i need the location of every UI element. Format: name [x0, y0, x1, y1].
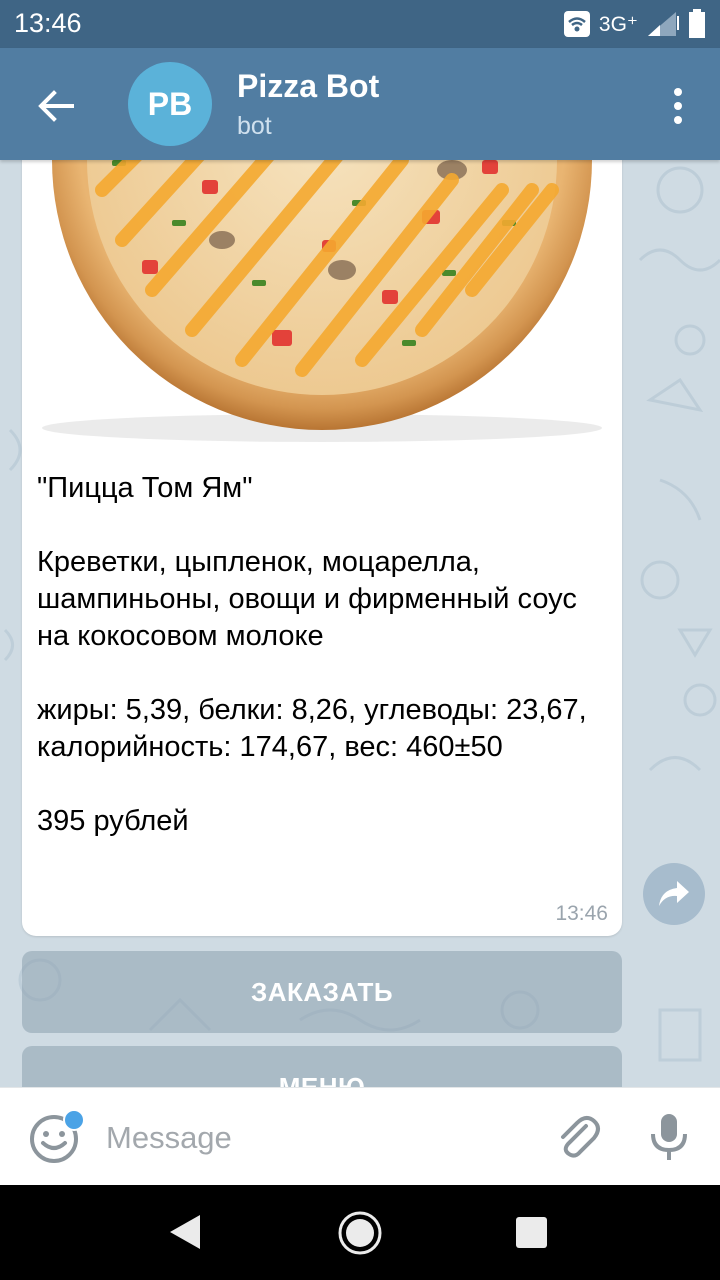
chat-area[interactable]: "Пицца Том Ям" Креветки, цыпленок, моцар… — [0, 160, 720, 1087]
network-type-label: 3G⁺ — [598, 12, 638, 36]
message-bubble[interactable]: "Пицца Том Ям" Креветки, цыпленок, моцар… — [22, 160, 622, 936]
more-options-button[interactable] — [666, 86, 690, 126]
chat-title[interactable]: Pizza Bot — [237, 68, 379, 105]
pizza-description: Креветки, цыпленок, моцарелла, шампиньон… — [37, 546, 577, 652]
chat-header: PB Pizza Bot bot — [0, 48, 720, 160]
message-text: "Пицца Том Ям" Креветки, цыпленок, моцар… — [37, 470, 607, 840]
share-arrow-icon — [659, 881, 689, 906]
microphone-icon — [651, 1114, 687, 1160]
chat-subtitle: bot — [237, 112, 272, 140]
signal-icon — [648, 12, 679, 36]
back-button[interactable] — [28, 78, 84, 134]
menu-button[interactable]: МЕНЮ — [22, 1046, 622, 1087]
nav-back-icon[interactable] — [168, 1213, 202, 1251]
share-button[interactable] — [643, 863, 705, 925]
system-nav-bar — [0, 1185, 720, 1280]
battery-icon — [689, 9, 705, 38]
wifi-hotspot-icon — [563, 11, 590, 37]
status-time: 13:46 — [14, 8, 82, 38]
message-input-bar — [0, 1087, 720, 1186]
status-icons: 3G⁺ — [563, 8, 706, 40]
attach-button[interactable] — [550, 1110, 604, 1164]
arrow-back-icon — [38, 90, 74, 122]
more-vert-icon — [674, 88, 682, 124]
message-input[interactable] — [104, 1112, 528, 1164]
paperclip-icon — [561, 1116, 600, 1158]
pizza-price: 395 рублей — [37, 805, 189, 837]
pizza-title: "Пицца Том Ям" — [37, 472, 253, 504]
nav-recents-icon[interactable] — [516, 1217, 547, 1248]
mic-button[interactable] — [644, 1110, 694, 1164]
status-bar: 13:46 3G⁺ — [0, 0, 720, 48]
nav-home-icon[interactable] — [336, 1209, 384, 1257]
notification-dot — [63, 1109, 85, 1131]
message-time: 13:46 — [555, 902, 608, 925]
order-button[interactable]: ЗАКАЗАТЬ — [22, 951, 622, 1033]
pizza-nutrition: жиры: 5,39, белки: 8,26, углеводы: 23,67… — [37, 694, 587, 763]
avatar[interactable]: PB — [128, 62, 212, 146]
